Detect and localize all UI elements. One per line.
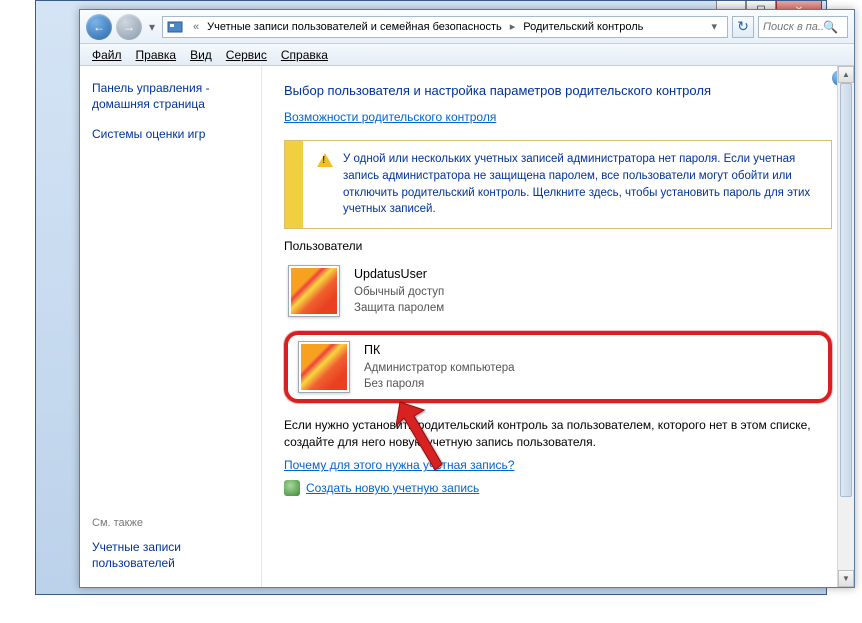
link-why-account[interactable]: Почему для этого нужна учетная запись?: [284, 458, 832, 472]
address-bar[interactable]: « Учетные записи пользователей и семейна…: [162, 16, 728, 38]
link-create-account[interactable]: Создать новую учетную запись: [284, 480, 832, 496]
footer-text: Если нужно установить родительский контр…: [284, 417, 832, 451]
menu-help[interactable]: Справка: [275, 46, 334, 64]
warning-strip: [285, 141, 303, 228]
link-parental-capabilities[interactable]: Возможности родительского контроля: [284, 110, 496, 124]
menu-bar: Файл Правка Вид Сервис Справка: [80, 44, 854, 66]
user-password: Защита паролем: [354, 300, 444, 316]
link-user-accounts[interactable]: Учетные записи пользователей: [92, 539, 251, 571]
link-game-ratings[interactable]: Системы оценки игр: [92, 126, 251, 142]
warning-box[interactable]: У одной или нескольких учетных записей а…: [284, 140, 832, 229]
user-name: UpdatusUser: [354, 266, 444, 284]
create-account-icon: [284, 480, 300, 496]
user-row-updatususer[interactable]: UpdatusUser Обычный доступ Защита пароле…: [284, 259, 832, 323]
navigation-bar: ← → ▾ « Учетные записи пользователей и с…: [80, 10, 854, 44]
search-box[interactable]: 🔍: [758, 16, 848, 38]
breadcrumb-chevron-icon: ▸: [504, 20, 522, 33]
left-panel: Панель управления - домашняя страница Си…: [80, 66, 262, 587]
refresh-button[interactable]: ↻: [732, 16, 754, 38]
users-label: Пользователи: [284, 239, 832, 253]
scroll-up-button[interactable]: ▲: [838, 66, 854, 83]
main-panel: ? Выбор пользователя и настройка парамет…: [262, 66, 854, 587]
address-dropdown-icon[interactable]: ▾: [705, 20, 723, 33]
user-row-pk[interactable]: ПК Администратор компьютера Без пароля: [284, 331, 832, 403]
forward-button[interactable]: →: [116, 14, 142, 40]
warning-text[interactable]: У одной или нескольких учетных записей а…: [343, 151, 817, 218]
user-password: Без пароля: [364, 376, 515, 392]
see-also-label: См. также: [92, 517, 251, 529]
menu-view[interactable]: Вид: [184, 46, 218, 64]
control-panel-icon: [167, 19, 183, 35]
menu-file[interactable]: Файл: [86, 46, 128, 64]
user-name: ПК: [364, 342, 515, 360]
nav-history-dropdown[interactable]: ▾: [146, 20, 158, 34]
warning-icon: [317, 153, 333, 167]
scroll-track[interactable]: [838, 83, 854, 570]
back-button[interactable]: ←: [86, 14, 112, 40]
menu-edit[interactable]: Правка: [130, 46, 183, 64]
user-access: Обычный доступ: [354, 284, 444, 300]
scroll-down-button[interactable]: ▼: [838, 570, 854, 587]
breadcrumb-seg-2[interactable]: Родительский контроль: [521, 20, 645, 34]
search-input[interactable]: [763, 21, 823, 33]
page-title: Выбор пользователя и настройка параметро…: [284, 82, 832, 100]
link-control-panel-home[interactable]: Панель управления - домашняя страница: [92, 80, 251, 112]
menu-service[interactable]: Сервис: [220, 46, 273, 64]
breadcrumb-chevron-icon: «: [187, 21, 205, 33]
avatar: [298, 341, 350, 393]
user-access: Администратор компьютера: [364, 360, 515, 376]
avatar: [288, 265, 340, 317]
search-icon: 🔍: [823, 20, 838, 34]
breadcrumb-seg-1[interactable]: Учетные записи пользователей и семейная …: [205, 20, 504, 34]
scroll-thumb[interactable]: [840, 83, 852, 497]
scrollbar[interactable]: ▲ ▼: [837, 66, 854, 587]
